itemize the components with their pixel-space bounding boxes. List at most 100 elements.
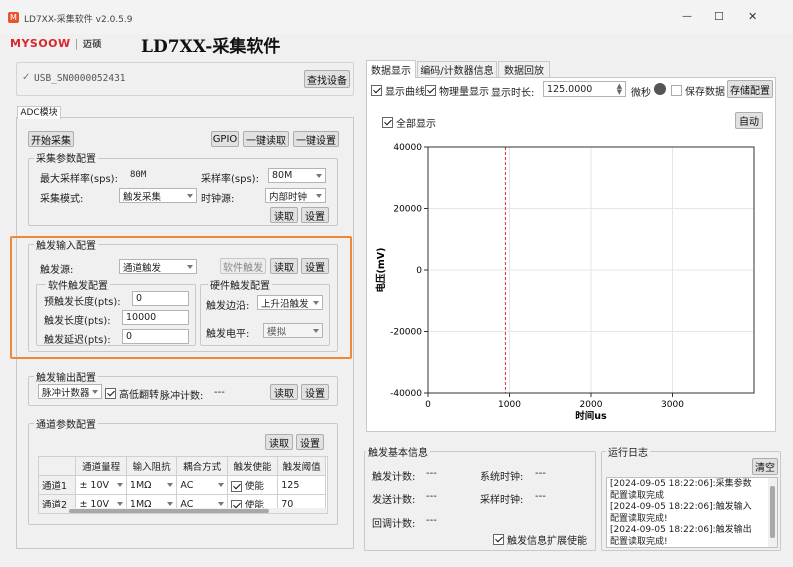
time-unit-label: 微秒 xyxy=(631,88,651,99)
gpio-button[interactable]: GPIO xyxy=(211,131,239,147)
enable-cell[interactable]: 使能 xyxy=(226,475,279,495)
scrollbar-thumb[interactable] xyxy=(69,509,269,513)
trigger-delay-input[interactable]: 0 xyxy=(122,329,189,344)
set-all-button[interactable]: 一键设置 xyxy=(293,131,339,147)
log-line: 配置读取完成 xyxy=(610,490,665,501)
software-trigger-button[interactable]: 软件触发 xyxy=(220,258,266,274)
acq-set-button[interactable]: 设置 xyxy=(301,207,329,223)
table-header: 通道量程 xyxy=(75,457,127,476)
trigger-output-select[interactable]: 脉冲计数器 xyxy=(38,384,102,399)
checkbox-icon xyxy=(382,117,393,128)
clear-log-button[interactable]: 清空 xyxy=(752,458,778,475)
trigger-level-value: 模拟 xyxy=(267,326,287,338)
log-title: 运行日志 xyxy=(606,444,650,459)
impedance-value: 1MΩ xyxy=(129,479,152,491)
table-scrollbar[interactable] xyxy=(39,508,327,513)
log-line: [2024-09-05 18:22:06]:触发输入 xyxy=(610,502,752,512)
pre-trigger-label: 预触发长度(pts): xyxy=(44,297,121,308)
coupling-value: AC xyxy=(180,479,194,491)
tab-data-display[interactable]: 数据显示 xyxy=(366,60,416,78)
x-tick-label: 0 xyxy=(425,400,431,410)
checkbox-icon xyxy=(230,481,242,492)
show-all-label: 全部显示 xyxy=(396,119,436,130)
physical-label: 物理量显示 xyxy=(439,87,489,98)
log-textarea[interactable]: [2024-09-05 18:22:06]:采集参数 配置读取完成 [2024-09… xyxy=(606,477,778,548)
trigger-set-button[interactable]: 设置 xyxy=(301,258,329,274)
trigger-level-select[interactable]: 模拟 xyxy=(263,323,323,338)
range-cell[interactable]: ± 10V xyxy=(75,475,127,495)
minimize-button[interactable]: — xyxy=(682,11,692,22)
coupling-cell[interactable]: AC xyxy=(176,475,228,495)
status-indicator xyxy=(654,83,666,95)
maximize-button[interactable]: ☐ xyxy=(714,10,724,23)
log-scrollbar[interactable] xyxy=(768,478,777,547)
find-device-button[interactable]: 查找设备 xyxy=(304,70,350,88)
trigger-read-button[interactable]: 读取 xyxy=(270,258,298,274)
pulse-count-value: --- xyxy=(214,387,225,398)
scrollbar-thumb[interactable] xyxy=(770,486,775,538)
system-clock-value: --- xyxy=(535,468,546,479)
tab-data-playback[interactable]: 数据回放 xyxy=(498,61,550,77)
read-all-button[interactable]: 一键读取 xyxy=(243,131,289,147)
table-header: 触发使能 xyxy=(226,457,279,476)
checkbox-icon xyxy=(105,388,116,399)
table-header: 输入阻抗 xyxy=(125,457,178,476)
trigger-edge-label: 触发边沿: xyxy=(206,301,250,312)
table-row: 通道1 ± 10V 1MΩ AC 使能 125 xyxy=(39,475,326,495)
table-header: 耦合方式 xyxy=(176,457,228,476)
channel-set-button[interactable]: 设置 xyxy=(296,434,324,450)
chevron-down-icon xyxy=(187,193,193,198)
threshold-cell[interactable]: 125 xyxy=(277,475,326,495)
channel-table-wrap: 通道量程 输入阻抗 耦合方式 触发使能 触发阈值 通道1 ± 10V 1MΩ A… xyxy=(38,456,328,514)
channel-table: 通道量程 输入阻抗 耦合方式 触发使能 触发阈值 通道1 ± 10V 1MΩ A… xyxy=(39,457,326,513)
rate-select[interactable]: 80M xyxy=(268,168,326,183)
clock-select[interactable]: 内部时钟 xyxy=(265,188,326,203)
pre-trigger-input[interactable]: 0 xyxy=(132,291,189,306)
sample-clock-value: --- xyxy=(535,491,546,502)
table-header-row: 通道量程 输入阻抗 耦合方式 触发使能 触发阈值 xyxy=(39,457,326,476)
spin-icon[interactable]: ▲ ▼ xyxy=(617,83,622,96)
tab-adc-module[interactable]: ADC模块 xyxy=(17,106,61,119)
mode-label: 采集模式: xyxy=(40,194,84,205)
trigger-output-read-button[interactable]: 读取 xyxy=(270,384,298,400)
max-rate-label: 最大采样率(sps): xyxy=(40,174,118,185)
app-title: LD7XX-采集软件 xyxy=(141,37,281,57)
trigger-source-select[interactable]: 通道触发 xyxy=(119,259,197,274)
channel-read-button[interactable]: 读取 xyxy=(265,434,293,450)
invert-checkbox[interactable]: 高低翻转 xyxy=(105,386,159,401)
tab-encoder-info[interactable]: 编码/计数器信息 xyxy=(417,61,497,77)
trigger-edge-select[interactable]: 上升沿触发 xyxy=(257,295,323,310)
log-line: 配置读取完成! xyxy=(610,513,668,524)
impedance-cell[interactable]: 1MΩ xyxy=(125,475,178,495)
chevron-down-icon xyxy=(187,264,193,269)
send-count-label: 发送计数: xyxy=(372,495,416,506)
trigger-output-set-button[interactable]: 设置 xyxy=(301,384,329,400)
logo-sub: 迈硕 xyxy=(82,40,102,50)
start-acquisition-button[interactable]: 开始采集 xyxy=(28,131,74,147)
show-all-checkbox[interactable]: 全部显示 xyxy=(382,115,436,130)
chart-ticks: 0 1000 2000 3000 40000 20000 0 -20000 -40000 xyxy=(390,143,684,410)
save-data-checkbox[interactable]: 保存数据 xyxy=(671,83,725,98)
physical-checkbox[interactable]: 物理量显示 xyxy=(425,83,489,98)
voltage-chart[interactable]: 0 1000 2000 3000 40000 20000 0 -20000 -40000 电压(… xyxy=(370,138,774,428)
acq-read-button[interactable]: 读取 xyxy=(270,207,298,223)
y-tick-label: 20000 xyxy=(393,205,422,215)
show-curve-checkbox[interactable]: 显示曲线 xyxy=(371,83,425,98)
checkbox-icon xyxy=(371,85,382,96)
send-count-value: --- xyxy=(426,491,437,502)
logo-text: MYSOOW xyxy=(10,37,71,50)
rate-label: 采样率(sps): xyxy=(201,174,259,185)
chevron-down-icon xyxy=(116,483,123,487)
save-config-button[interactable]: 存储配置 xyxy=(727,80,773,98)
check-icon: ✓ xyxy=(22,72,31,83)
auto-button[interactable]: 自动 xyxy=(735,112,763,129)
close-button[interactable]: ✕ xyxy=(748,10,757,23)
display-time-input[interactable]: 125.0000 ▲ ▼ xyxy=(543,81,626,97)
x-axis-label: 时间us xyxy=(575,410,607,422)
hard-trigger-title: 硬件触发配置 xyxy=(208,277,272,292)
x-tick-label: 2000 xyxy=(580,400,603,410)
trigger-length-input[interactable]: 10000 xyxy=(122,310,189,325)
y-tick-label: -20000 xyxy=(390,328,422,338)
extend-checkbox[interactable]: 触发信息扩展使能 xyxy=(493,532,587,547)
mode-select[interactable]: 触发采集 xyxy=(119,188,197,203)
